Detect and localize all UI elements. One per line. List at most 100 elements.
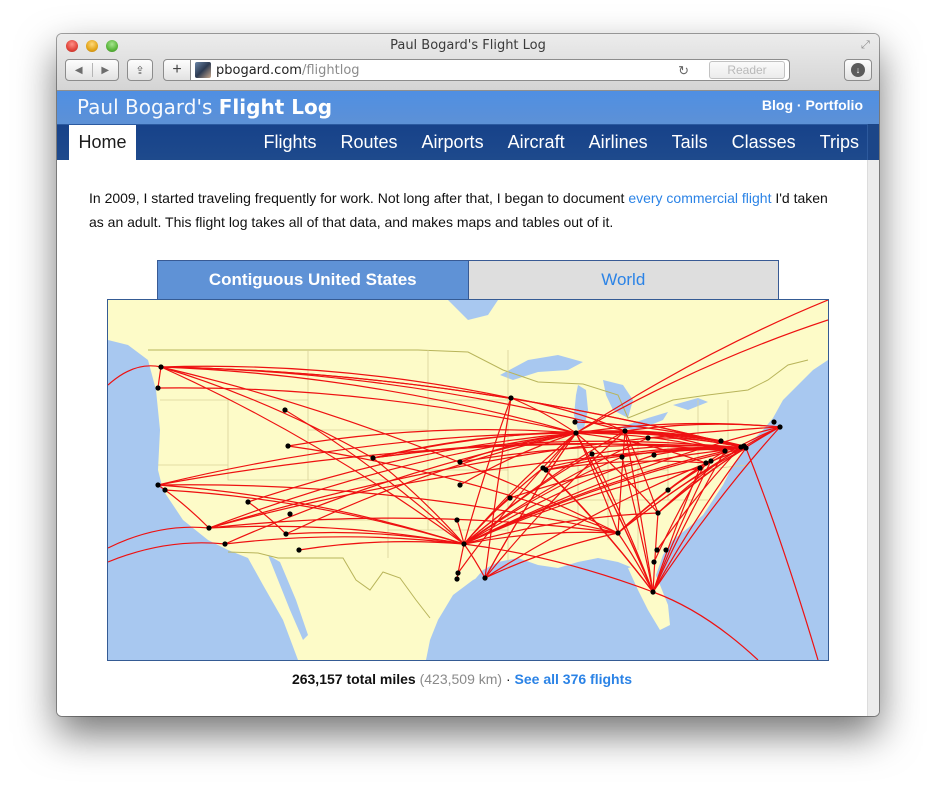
airport-marker[interactable] xyxy=(703,460,709,466)
airport-marker[interactable] xyxy=(573,430,579,436)
nav-classes[interactable]: Classes xyxy=(732,125,796,160)
browser-window: Paul Bogard's Flight Log ⤢ ◀ ▶ ⇪ + pboga… xyxy=(57,34,879,716)
airport-marker[interactable] xyxy=(540,465,546,471)
flight-map[interactable] xyxy=(107,299,829,661)
map-canvas xyxy=(108,300,828,660)
reader-button[interactable]: Reader xyxy=(709,61,785,79)
forward-button[interactable]: ▶ xyxy=(93,65,119,76)
airport-marker[interactable] xyxy=(741,443,747,449)
intro-text-1: In 2009, I started traveling frequently … xyxy=(89,190,629,206)
airport-marker[interactable] xyxy=(482,575,488,581)
page-content: In 2009, I started traveling frequently … xyxy=(57,160,867,716)
airport-marker[interactable] xyxy=(697,465,703,471)
nav-aircraft[interactable]: Aircraft xyxy=(508,125,565,160)
total-miles: 263,157 total miles xyxy=(291,671,416,687)
main-nav: Home Flights Routes Airports Aircraft Ai… xyxy=(57,124,879,160)
url-path: /flightlog xyxy=(301,62,360,78)
airport-marker[interactable] xyxy=(158,364,164,370)
airport-marker[interactable] xyxy=(708,458,714,464)
header-links: Blog · Portfolio xyxy=(762,97,863,113)
site-title[interactable]: Paul Bogard's Flight Log xyxy=(77,95,332,119)
airport-marker[interactable] xyxy=(771,419,777,425)
airport-marker[interactable] xyxy=(507,495,513,501)
link-separator: · xyxy=(793,97,806,113)
nav-airlines[interactable]: Airlines xyxy=(589,125,648,160)
nav-routes[interactable]: Routes xyxy=(341,125,398,160)
download-icon: ↓ xyxy=(851,63,865,77)
airport-marker[interactable] xyxy=(454,576,460,582)
airport-marker[interactable] xyxy=(155,385,161,391)
airport-marker[interactable] xyxy=(663,547,669,553)
airport-marker[interactable] xyxy=(285,443,291,449)
tab-contiguous-us[interactable]: Contiguous United States xyxy=(157,260,469,300)
browser-toolbar: Paul Bogard's Flight Log ⤢ ◀ ▶ ⇪ + pboga… xyxy=(57,34,879,91)
downloads-button[interactable]: ↓ xyxy=(844,59,872,81)
airport-marker[interactable] xyxy=(455,570,461,576)
airport-marker[interactable] xyxy=(206,525,212,531)
airport-marker[interactable] xyxy=(296,547,302,553)
nav-airports[interactable]: Airports xyxy=(422,125,484,160)
totals-separator: · xyxy=(502,671,515,687)
airport-marker[interactable] xyxy=(615,530,621,536)
window-title: Paul Bogard's Flight Log xyxy=(390,38,546,53)
airport-marker[interactable] xyxy=(654,547,660,553)
airport-marker[interactable] xyxy=(572,419,578,425)
airport-marker[interactable] xyxy=(245,499,251,505)
back-forward-buttons: ◀ ▶ xyxy=(65,59,119,81)
flight-totals: 263,157 total miles (423,509 km) · See a… xyxy=(57,671,867,687)
site-title-name: Flight Log xyxy=(218,95,333,119)
site-favicon xyxy=(195,62,211,78)
airport-marker[interactable] xyxy=(777,424,783,430)
airport-marker[interactable] xyxy=(457,459,463,465)
scrollbar[interactable] xyxy=(867,160,879,716)
airport-marker[interactable] xyxy=(665,487,671,493)
nav-tails[interactable]: Tails xyxy=(672,125,708,160)
airport-marker[interactable] xyxy=(651,559,657,565)
airport-marker[interactable] xyxy=(589,451,595,457)
reload-icon[interactable]: ↻ xyxy=(678,63,689,79)
fullscreen-icon[interactable]: ⤢ xyxy=(861,39,873,51)
airport-marker[interactable] xyxy=(287,511,293,517)
gulf-of-mexico xyxy=(438,568,668,660)
airport-marker[interactable] xyxy=(162,487,168,493)
tab-world[interactable]: World xyxy=(468,260,779,300)
airport-marker[interactable] xyxy=(645,435,651,441)
site-header: Paul Bogard's Flight Log Blog · Portfoli… xyxy=(57,91,879,124)
plus-icon: + xyxy=(172,61,182,78)
see-all-flights-link[interactable]: See all 376 flights xyxy=(515,671,633,687)
airport-marker[interactable] xyxy=(722,448,728,454)
share-button[interactable]: ⇪ xyxy=(127,59,153,81)
every-flight-link[interactable]: every commercial flight xyxy=(628,190,771,206)
airport-marker[interactable] xyxy=(283,531,289,537)
airport-marker[interactable] xyxy=(454,517,460,523)
intro-paragraph: In 2009, I started traveling frequently … xyxy=(89,186,841,234)
map-tabs: Contiguous United States World xyxy=(157,260,779,300)
nav-trips[interactable]: Trips xyxy=(820,125,859,160)
url-domain: pbogard.com xyxy=(216,62,302,78)
nav-home[interactable]: Home xyxy=(69,125,136,160)
blog-link[interactable]: Blog xyxy=(762,97,793,113)
total-km: (423,509 km) xyxy=(419,671,503,687)
airport-marker[interactable] xyxy=(282,407,288,413)
nav-scroll-gutter xyxy=(867,124,879,160)
airport-marker[interactable] xyxy=(622,428,628,434)
airport-marker[interactable] xyxy=(222,541,228,547)
back-button[interactable]: ◀ xyxy=(66,65,92,76)
airport-marker[interactable] xyxy=(718,438,724,444)
airport-marker[interactable] xyxy=(655,510,661,516)
airport-marker[interactable] xyxy=(651,452,657,458)
airport-marker[interactable] xyxy=(508,395,514,401)
address-bar[interactable]: pbogard.com /flightlog ↻ Reader xyxy=(190,59,790,81)
add-bookmark-button[interactable]: + xyxy=(163,59,191,81)
airport-marker[interactable] xyxy=(619,454,625,460)
nav-items: Flights Routes Airports Aircraft Airline… xyxy=(239,125,859,160)
share-icon: ⇪ xyxy=(135,64,145,77)
airport-marker[interactable] xyxy=(461,541,467,547)
airport-marker[interactable] xyxy=(457,482,463,488)
nav-flights[interactable]: Flights xyxy=(263,125,316,160)
airport-marker[interactable] xyxy=(650,589,656,595)
airport-marker[interactable] xyxy=(155,482,161,488)
site-title-owner: Paul Bogard's xyxy=(77,95,219,119)
portfolio-link[interactable]: Portfolio xyxy=(805,97,863,113)
airport-marker[interactable] xyxy=(370,455,376,461)
